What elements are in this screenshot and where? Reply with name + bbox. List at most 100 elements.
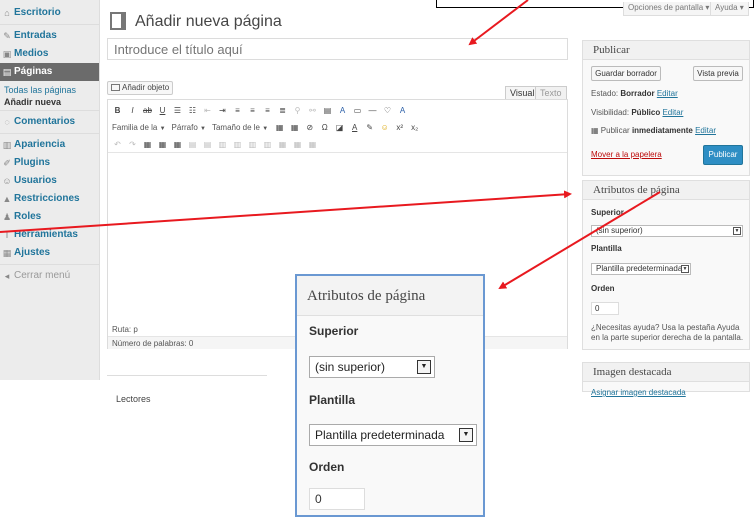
edit-visibility-link[interactable]: Editar <box>662 108 683 117</box>
horizontal-rule-icon[interactable]: — <box>367 106 378 116</box>
merge-cells-icon[interactable]: ▦ <box>292 140 303 150</box>
preview-button[interactable]: Vista previa <box>693 66 743 81</box>
title-input[interactable] <box>107 38 568 60</box>
sidebar-item-label: Apariencia <box>14 139 66 150</box>
numbered-list-icon[interactable]: ☷ <box>187 106 198 116</box>
strikethrough-icon[interactable]: ab <box>142 106 153 116</box>
sidebar-item-plugins[interactable]: ✐ Plugins <box>0 154 99 172</box>
edit-status-link[interactable]: Editar <box>657 89 678 98</box>
appearance-icon: ▥ <box>2 140 12 150</box>
sidebar-item-label: Roles <box>14 211 42 222</box>
zoom-order-input[interactable]: 0 <box>309 488 365 510</box>
clear-format-icon[interactable]: ⊘ <box>304 123 315 133</box>
smiley-icon[interactable]: ☺ <box>379 123 390 133</box>
sidebar-item-restrictions[interactable]: ▲ Restricciones <box>0 190 99 208</box>
sidebar-item-roles[interactable]: ♟ Roles <box>0 208 99 226</box>
order-input[interactable]: 0 <box>591 302 619 315</box>
subscript-icon[interactable]: x₂ <box>409 123 420 133</box>
sidebar-item-media[interactable]: ▣ Medios <box>0 45 99 63</box>
redo-icon[interactable]: ↷ <box>127 140 138 150</box>
template-select[interactable]: Plantilla predeterminada ▼ <box>591 263 691 275</box>
italic-icon[interactable]: I <box>127 106 138 116</box>
sidebar-subitem-add-new[interactable]: Añadir nueva <box>0 96 99 108</box>
media-insert-icon[interactable]: ◪ <box>334 123 345 133</box>
sidebar-item-posts[interactable]: ✎ Entradas <box>0 27 99 45</box>
page-icon <box>110 12 126 30</box>
zoom-template-value: Plantilla predeterminada <box>315 428 445 442</box>
highlight-icon[interactable]: ✎ <box>364 123 375 133</box>
move-to-trash-link[interactable]: Mover a la papelera <box>591 150 662 159</box>
save-draft-button[interactable]: Guardar borrador <box>591 66 661 81</box>
align-justify-icon[interactable]: ≣ <box>277 106 288 116</box>
spellcheck-icon[interactable]: A <box>337 106 348 116</box>
sidebar-item-tools[interactable]: T Herramientas <box>0 226 99 244</box>
sidebar-item-label: Páginas <box>14 66 53 77</box>
parent-select[interactable]: (sin superior) ▼ <box>591 225 743 237</box>
align-right-icon[interactable]: ≡ <box>262 106 273 116</box>
sidebar-item-dashboard[interactable]: ⌂ Escritorio <box>0 4 99 22</box>
zoom-template-select[interactable]: Plantilla predeterminada ▼ <box>309 424 477 446</box>
sidebar-item-settings[interactable]: ▦ Ajustes <box>0 244 99 262</box>
zoomed-page-attributes: Atributos de página Superior (sin superi… <box>295 274 485 517</box>
sidebar-collapse-menu[interactable]: ◂ Cerrar menú <box>0 267 99 285</box>
page-title: Añadir nueva página <box>135 13 282 30</box>
sidebar-item-label: Entradas <box>14 30 57 41</box>
delete-col-icon[interactable]: ▥ <box>262 140 273 150</box>
bold-icon[interactable]: B <box>112 106 123 116</box>
zoom-order-label: Orden <box>309 460 345 474</box>
bullet-list-icon[interactable]: ☰ <box>172 106 183 116</box>
add-media-button[interactable]: Añadir objeto <box>107 81 174 95</box>
table-icon[interactable]: ▦ <box>142 140 153 150</box>
font-size-select[interactable]: Tamaño de le ▼ <box>212 123 270 134</box>
font-family-value: Familia de la <box>112 122 158 132</box>
zoom-parent-select[interactable]: (sin superior) ▼ <box>309 356 435 378</box>
sidebar-subitem-all-pages[interactable]: Todas las páginas <box>0 84 99 96</box>
row-before-icon[interactable]: ▤ <box>187 140 198 150</box>
set-featured-image-link[interactable]: Asignar imagen destacada <box>591 388 686 397</box>
lectores-title: Lectores <box>116 394 151 404</box>
indent-icon[interactable]: ⇥ <box>217 106 228 116</box>
paste-text-icon[interactable]: ▦ <box>274 123 285 133</box>
more-tag-icon[interactable]: ▤ <box>322 106 333 116</box>
edit-schedule-link[interactable]: Editar <box>695 126 716 135</box>
underline-icon[interactable]: U <box>157 106 168 116</box>
sidebar-item-appearance[interactable]: ▥ Apariencia <box>0 136 99 154</box>
link-icon[interactable]: ⚲ <box>292 106 303 116</box>
split-cells-icon[interactable]: ▦ <box>277 140 288 150</box>
undo-icon[interactable]: ↶ <box>112 140 123 150</box>
cell-props-icon[interactable]: ▦ <box>172 140 183 150</box>
align-left-icon[interactable]: ≡ <box>232 106 243 116</box>
publish-button[interactable]: Publicar <box>703 145 743 165</box>
format-select[interactable]: Párrafo ▼ <box>172 123 208 134</box>
screen-options-button[interactable]: Opciones de pantalla ▾ <box>623 2 715 16</box>
table-props-icon[interactable]: ▦ <box>157 140 168 150</box>
paste-word-icon[interactable]: ▦ <box>289 123 300 133</box>
sidebar-item-label: Ajustes <box>14 247 51 258</box>
chevron-down-icon: ▾ <box>739 3 744 12</box>
sidebar-item-label: Restricciones <box>14 193 80 204</box>
align-center-icon[interactable]: ≡ <box>247 106 258 116</box>
delete-row-icon[interactable]: ▥ <box>217 140 228 150</box>
zoom-template-label: Plantilla <box>309 393 356 407</box>
sidebar-item-users[interactable]: ☺ Usuarios <box>0 172 99 190</box>
find-replace-icon[interactable]: A <box>397 106 408 116</box>
col-before-icon[interactable]: ▥ <box>232 140 243 150</box>
sidebar-item-pages[interactable]: ▤ Páginas <box>0 63 99 81</box>
omega-icon[interactable]: Ω <box>319 123 330 133</box>
help-button[interactable]: Ayuda ▾ <box>710 2 749 16</box>
text-color-icon[interactable]: A <box>349 123 360 133</box>
font-size-value: Tamaño de le <box>211 122 260 132</box>
sidebar-item-comments[interactable]: ◌ Comentarios <box>0 113 99 131</box>
outdent-icon[interactable]: ⇤ <box>202 106 213 116</box>
delete-table-icon[interactable]: ▦ <box>307 140 318 150</box>
schedule-line: ▦ Publicar inmediatamente Editar <box>591 126 716 135</box>
row-after-icon[interactable]: ▤ <box>202 140 213 150</box>
fullscreen-icon[interactable]: ▭ <box>352 106 363 116</box>
superscript-icon[interactable]: x² <box>394 123 405 133</box>
font-family-select[interactable]: Familia de la ▼ <box>112 123 168 134</box>
emoticon-icon[interactable]: ♡ <box>382 106 393 116</box>
unlink-icon[interactable]: ⚯ <box>307 106 318 116</box>
calendar-icon: ▦ <box>591 126 599 135</box>
col-after-icon[interactable]: ▥ <box>247 140 258 150</box>
tab-text[interactable]: Texto <box>535 86 567 100</box>
